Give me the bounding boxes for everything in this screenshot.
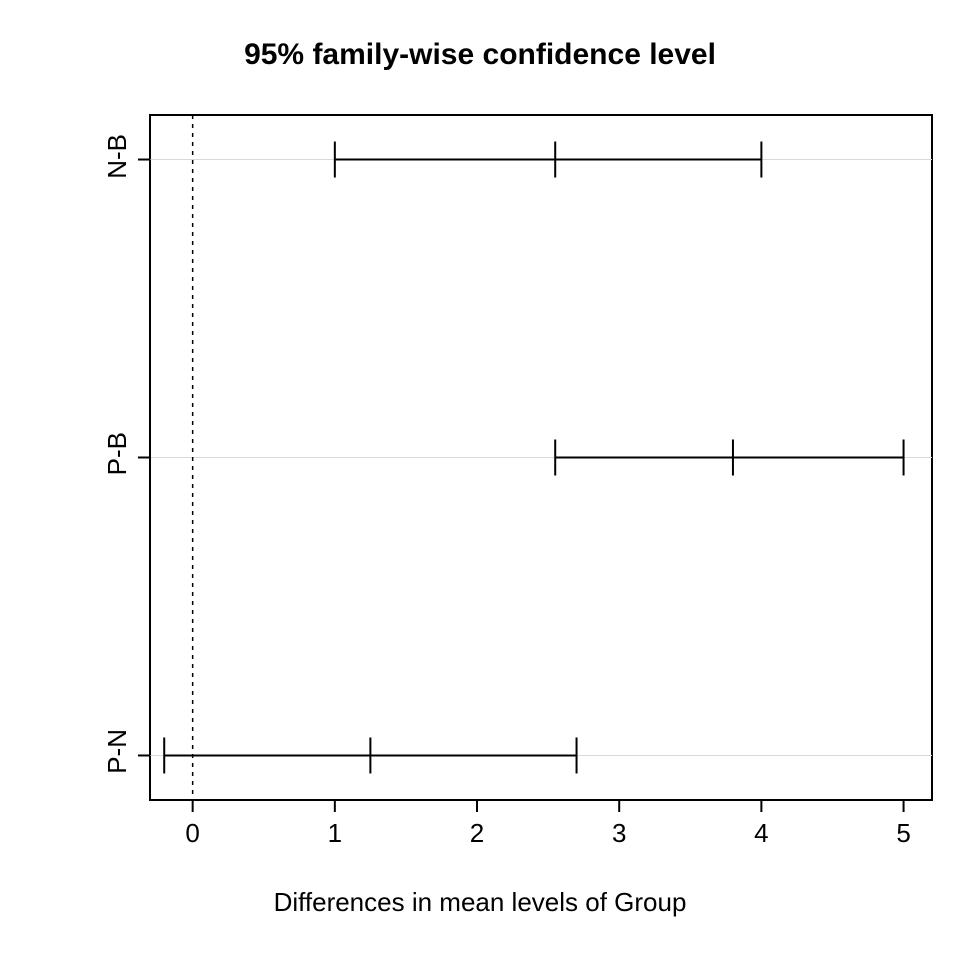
x-tick-label: 2 xyxy=(470,818,484,849)
x-tick-label: 1 xyxy=(328,818,342,849)
x-tick-label: 5 xyxy=(896,818,910,849)
x-tick-label: 0 xyxy=(185,818,199,849)
x-tick-label: 4 xyxy=(754,818,768,849)
x-tick-label: 3 xyxy=(612,818,626,849)
y-tick-label: P-N xyxy=(102,729,133,774)
chart-plot-area xyxy=(0,0,960,960)
y-tick-label: N-B xyxy=(102,134,133,179)
y-tick-label: P-B xyxy=(102,432,133,475)
